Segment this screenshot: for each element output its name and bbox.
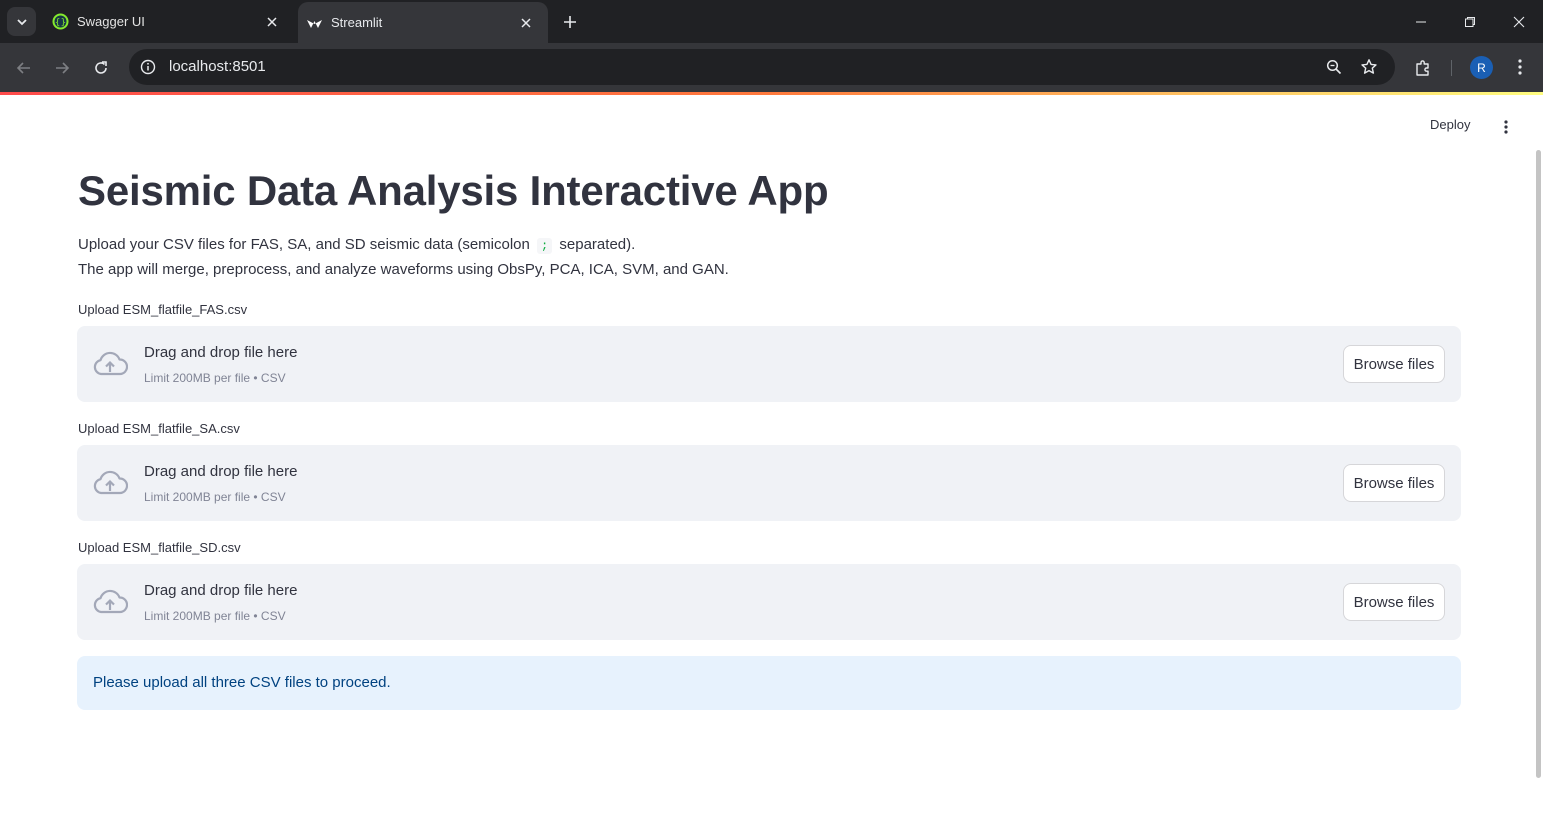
back-button[interactable] xyxy=(11,55,37,81)
browse-files-button[interactable]: Browse files xyxy=(1343,345,1445,383)
bookmark-star-icon[interactable] xyxy=(1358,57,1380,77)
dropzone-instructions: Drag and drop file here xyxy=(144,463,298,480)
browser-tabstrip: {} Swagger UI Streamlit xyxy=(0,0,1543,43)
tab-title: Swagger UI xyxy=(77,14,145,29)
page-title: Seismic Data Analysis Interactive App xyxy=(78,167,829,214)
reload-button[interactable] xyxy=(88,55,114,81)
address-bar[interactable]: localhost:8501 xyxy=(129,49,1395,85)
cloud-upload-icon xyxy=(91,467,129,499)
profile-avatar[interactable]: R xyxy=(1470,56,1493,79)
dropzone-instructions: Drag and drop file here xyxy=(144,582,298,599)
cloud-upload-icon xyxy=(91,586,129,618)
arrow-right-icon xyxy=(56,62,70,74)
streamlit-favicon-icon xyxy=(306,14,323,31)
dropzone-fas[interactable]: Drag and drop file here Limit 200MB per … xyxy=(77,326,1461,402)
svg-text:{}: {} xyxy=(55,18,66,28)
window-controls xyxy=(1396,0,1543,43)
minimize-button[interactable] xyxy=(1396,0,1445,43)
dropzone-instructions: Drag and drop file here xyxy=(144,344,298,361)
kebab-menu-icon xyxy=(1504,120,1508,134)
close-icon xyxy=(1513,16,1524,27)
reload-icon xyxy=(95,61,107,74)
description-text: Upload your CSV files for FAS, SA, and S… xyxy=(78,236,530,253)
app-header: Deploy xyxy=(0,95,1543,155)
puzzle-icon xyxy=(1416,60,1429,76)
dropzone-limit: Limit 200MB per file • CSV xyxy=(144,609,286,623)
extensions-button[interactable] xyxy=(1411,56,1435,80)
restore-icon xyxy=(1464,16,1475,27)
app-menu-button[interactable] xyxy=(1496,117,1516,137)
info-alert-text: Please upload all three CSV files to pro… xyxy=(93,674,391,691)
uploader-label-fas: Upload ESM_flatfile_FAS.csv xyxy=(78,302,248,317)
uploader-label-sa: Upload ESM_flatfile_SA.csv xyxy=(78,421,240,436)
minimize-icon xyxy=(1415,21,1426,22)
uploader-label-sd: Upload ESM_flatfile_SD.csv xyxy=(78,540,241,555)
description-line-1: Upload your CSV files for FAS, SA, and S… xyxy=(78,236,636,254)
tab-streamlit[interactable]: Streamlit xyxy=(298,2,548,43)
page-scrollbar[interactable] xyxy=(1536,150,1541,778)
kebab-menu-icon xyxy=(1518,59,1522,75)
plus-icon xyxy=(564,16,576,28)
browse-files-button[interactable]: Browse files xyxy=(1343,464,1445,502)
deploy-button[interactable]: Deploy xyxy=(1430,117,1470,132)
site-info-icon[interactable] xyxy=(137,56,159,78)
zoom-icon[interactable] xyxy=(1323,57,1345,77)
browser-toolbar: localhost:8501 R xyxy=(0,43,1543,92)
tab-close-icon[interactable] xyxy=(262,12,282,32)
swagger-favicon-icon: {} xyxy=(52,13,69,30)
url-text[interactable]: localhost:8501 xyxy=(169,49,266,85)
toolbar-divider xyxy=(1451,60,1452,76)
info-alert: Please upload all three CSV files to pro… xyxy=(77,656,1461,710)
dropzone-limit: Limit 200MB per file • CSV xyxy=(144,490,286,504)
browse-files-button[interactable]: Browse files xyxy=(1343,583,1445,621)
close-window-button[interactable] xyxy=(1494,0,1543,43)
tab-swagger-ui[interactable]: {} Swagger UI xyxy=(44,0,294,43)
new-tab-button[interactable] xyxy=(558,10,582,34)
dropzone-sa[interactable]: Drag and drop file here Limit 200MB per … xyxy=(77,445,1461,521)
arrow-left-icon xyxy=(16,62,30,74)
description-text: separated). xyxy=(559,236,636,253)
inline-code: ; xyxy=(537,238,553,254)
chevron-down-icon xyxy=(16,18,27,25)
tab-close-icon[interactable] xyxy=(516,13,536,33)
tab-title: Streamlit xyxy=(331,15,383,30)
restore-button[interactable] xyxy=(1445,0,1494,43)
dropzone-limit: Limit 200MB per file • CSV xyxy=(144,371,286,385)
description-line-2: The app will merge, preprocess, and anal… xyxy=(78,261,729,278)
tab-search-button[interactable] xyxy=(7,7,36,36)
browser-menu-button[interactable] xyxy=(1508,55,1532,79)
forward-button[interactable] xyxy=(49,55,75,81)
cloud-upload-icon xyxy=(91,348,129,380)
dropzone-sd[interactable]: Drag and drop file here Limit 200MB per … xyxy=(77,564,1461,640)
